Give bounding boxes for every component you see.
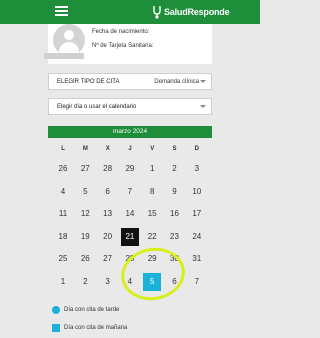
appointment-type-label: ELEGIR TIPO DE CITA: [57, 79, 120, 85]
chevron-down-icon: [200, 80, 206, 83]
calendar-day[interactable]: 1: [54, 273, 72, 291]
weekday-label: L: [61, 146, 65, 152]
legend-afternoon: Día con cita de tarde: [52, 306, 119, 314]
morning-square-icon: [52, 324, 60, 332]
calendar-day[interactable]: 2: [166, 160, 184, 178]
calendar-month-header: marzo 2024: [48, 126, 212, 138]
avatar: [53, 24, 85, 56]
calendar-day[interactable]: 26: [54, 160, 72, 178]
health-card-label: Nº de Tarjeta Sanitaria:: [92, 43, 154, 49]
calendar-day[interactable]: 15: [143, 205, 161, 223]
day-select-label: Elegir día o usar el calendario: [57, 104, 137, 110]
calendar-day[interactable]: 23: [166, 228, 184, 246]
calendar-day[interactable]: 19: [76, 228, 94, 246]
calendar-day[interactable]: 26: [76, 250, 94, 268]
calendar-day[interactable]: 1: [143, 160, 161, 178]
calendar-day[interactable]: 17: [188, 205, 206, 223]
chevron-down-icon: [200, 105, 206, 108]
stethoscope-icon: [153, 6, 161, 19]
redacted-card-number: [44, 53, 84, 59]
appointment-type-select[interactable]: ELEGIR TIPO DE CITA Demanda clínica: [48, 73, 212, 90]
calendar-day[interactable]: 3: [99, 273, 117, 291]
calendar-day[interactable]: 29: [121, 160, 139, 178]
birth-date-label: Fecha de nacimiento:: [92, 29, 150, 35]
brand-logo: SaludResponde: [152, 4, 230, 20]
weekday-label: J: [128, 146, 132, 152]
top-app-bar: SaludResponde: [0, 0, 260, 24]
legend-afternoon-label: Día con cita de tarde: [64, 307, 120, 313]
calendar-day[interactable]: 12: [76, 205, 94, 223]
calendar-day[interactable]: 5: [76, 183, 94, 201]
calendar-day[interactable]: 3: [188, 160, 206, 178]
calendar-day[interactable]: 6: [99, 183, 117, 201]
month-next-icon[interactable]: [208, 128, 211, 134]
menu-icon[interactable]: [55, 6, 68, 16]
calendar-day[interactable]: 27: [76, 160, 94, 178]
calendar-day[interactable]: 16: [166, 205, 184, 223]
calendar-day[interactable]: 25: [54, 250, 72, 268]
calendar-day[interactable]: 14: [121, 205, 139, 223]
weekday-label: V: [150, 146, 155, 152]
calendar-day[interactable]: 22: [143, 228, 161, 246]
calendar-day[interactable]: 8: [143, 183, 161, 201]
calendar-day[interactable]: 13: [99, 205, 117, 223]
weekday-label: D: [194, 146, 199, 152]
weekday-label: M: [82, 146, 88, 152]
calendar-day[interactable]: 4: [54, 183, 72, 201]
calendar-day[interactable]: 10: [188, 183, 206, 201]
calendar-day[interactable]: 7: [121, 183, 139, 201]
calendar-day-today[interactable]: 21: [120, 227, 139, 246]
brand-name: SaludResponde: [164, 7, 230, 17]
weekday-header: L M X J V S D: [52, 146, 208, 152]
calendar-day[interactable]: 24: [188, 228, 206, 246]
calendar-day[interactable]: 31: [188, 250, 206, 268]
calendar-day[interactable]: 20: [99, 228, 117, 246]
weekday-label: S: [172, 146, 177, 152]
legend-morning: Día con cita de mañana: [52, 324, 127, 332]
calendar-day[interactable]: 7: [188, 273, 206, 291]
weekday-label: X: [105, 146, 110, 152]
calendar-day[interactable]: 11: [54, 205, 72, 223]
appointment-type-value: Demanda clínica: [154, 79, 199, 85]
calendar-day[interactable]: 18: [54, 228, 72, 246]
legend-morning-label: Día con cita de mañana: [64, 325, 128, 331]
calendar-day[interactable]: 27: [99, 250, 117, 268]
calendar-day[interactable]: 2: [76, 273, 94, 291]
calendar-day[interactable]: 9: [166, 183, 184, 201]
afternoon-dot-icon: [52, 306, 60, 314]
calendar-day[interactable]: 28: [99, 160, 117, 178]
day-select[interactable]: Elegir día o usar el calendario: [48, 98, 212, 115]
